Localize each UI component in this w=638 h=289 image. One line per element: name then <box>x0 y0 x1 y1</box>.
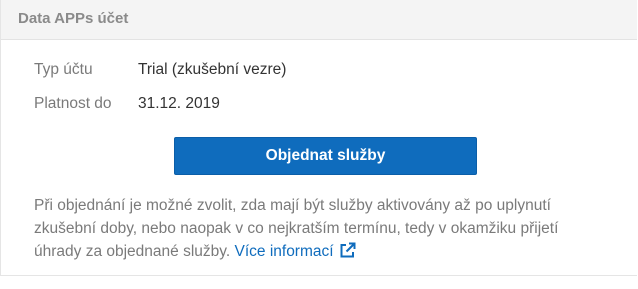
note-line-3-text: úhrady za objednané služby. <box>34 243 231 260</box>
account-type-row: Typ účtu Trial (zkušební vezre) <box>34 61 594 81</box>
account-card: Data APPs účet Typ účtu Trial (zkušební … <box>0 0 637 276</box>
card-title: Data APPs účet <box>18 10 129 27</box>
account-type-label: Typ účtu <box>34 61 93 78</box>
note-line-1: Při objednání je možné zvolit, zda mají … <box>34 197 551 214</box>
note-line-3: úhrady za objednané služby. Více informa… <box>34 240 624 266</box>
order-services-button[interactable]: Objednat služby <box>174 137 477 175</box>
external-link-icon <box>339 242 356 266</box>
validity-value: 31.12. 2019 <box>138 95 220 112</box>
more-info-link[interactable]: Více informací <box>234 242 356 260</box>
account-type-value: Trial (zkušební vezre) <box>138 61 287 78</box>
card-header: Data APPs účet <box>1 0 637 40</box>
note-line-2: zkušební doby, nebo naopak v co nejkratš… <box>34 220 559 237</box>
more-info-link-label: Více informací <box>234 243 334 260</box>
validity-row: Platnost do 31.12. 2019 <box>34 95 594 115</box>
validity-label: Platnost do <box>34 95 112 112</box>
order-note: Při objednání je možné zvolit, zda mají … <box>34 194 624 266</box>
